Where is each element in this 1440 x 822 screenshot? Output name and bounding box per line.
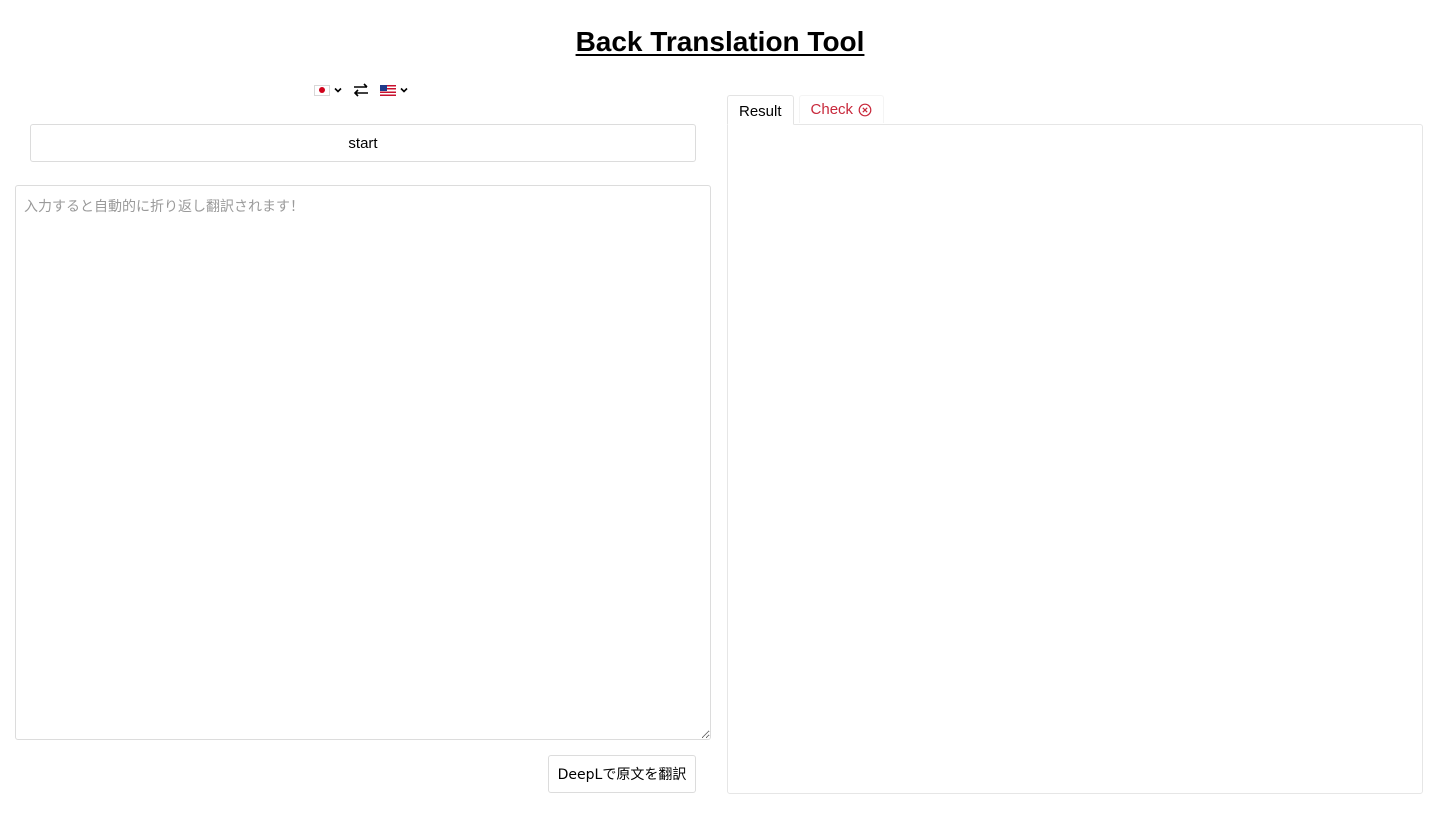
page: Back Translation Tool start DeepLで原文を翻訳 … [0,0,1440,822]
chevron-down-icon [334,87,342,93]
result-panel [727,124,1423,794]
source-text-input[interactable] [15,185,711,740]
tab-check-label: Check [810,101,854,118]
language-bar [314,78,409,102]
swap-arrows-icon[interactable] [352,82,370,98]
start-button[interactable]: start [30,124,696,162]
tab-check[interactable]: Check [798,95,885,123]
chevron-down-icon [400,87,408,93]
tab-result-label: Result [739,103,782,120]
us-flag-icon [380,84,396,96]
source-language-select[interactable] [314,84,343,96]
target-language-select[interactable] [380,84,409,96]
x-circle-icon [858,103,872,116]
japan-flag-icon [314,84,330,96]
result-tabs: Result Check [727,95,885,125]
deepl-translate-button[interactable]: DeepLで原文を翻訳 [548,755,696,793]
tab-result[interactable]: Result [727,95,794,125]
page-title: Back Translation Tool [575,26,865,57]
